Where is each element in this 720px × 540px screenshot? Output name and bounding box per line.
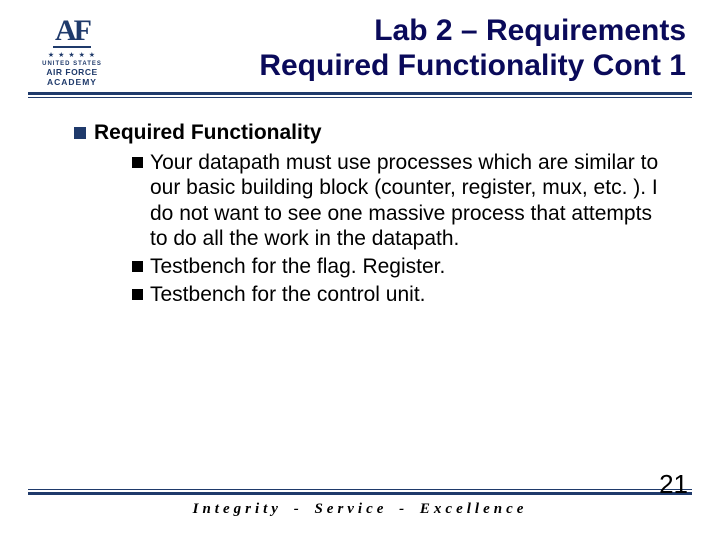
bullet-list: Your datapath must use processes which a… bbox=[74, 150, 674, 308]
footer-motto: Integrity - Service - Excellence bbox=[28, 501, 692, 518]
slide: AF ★ ★ ★ ★ ★ UNITED STATES AIR FORCE ACA… bbox=[0, 0, 720, 540]
footer: Integrity - Service - Excellence 21 bbox=[28, 489, 692, 518]
list-item: Testbench for the control unit. bbox=[132, 282, 674, 308]
list-item: Your datapath must use processes which a… bbox=[132, 150, 674, 252]
title-line1: Lab 2 – Requirements bbox=[374, 14, 686, 47]
slide-title: Lab 2 – Requirements Required Functional… bbox=[134, 14, 686, 83]
section-heading: Required Functionality bbox=[74, 120, 674, 146]
title-line2: Required Functionality Cont 1 bbox=[259, 49, 686, 82]
usafa-logo: AF ★ ★ ★ ★ ★ UNITED STATES AIR FORCE ACA… bbox=[28, 14, 116, 86]
header: AF ★ ★ ★ ★ ★ UNITED STATES AIR FORCE ACA… bbox=[28, 14, 692, 86]
logo-line2: AIR FORCE bbox=[28, 68, 116, 77]
logo-line3: ACADEMY bbox=[28, 78, 116, 87]
page-number: 21 bbox=[659, 469, 688, 500]
logo-monogram: AF bbox=[53, 16, 91, 48]
footer-rule bbox=[28, 489, 692, 495]
title-block: Lab 2 – Requirements Required Functional… bbox=[134, 14, 692, 83]
logo-stars: ★ ★ ★ ★ ★ bbox=[28, 52, 116, 59]
list-item: Testbench for the flag. Register. bbox=[132, 254, 674, 280]
content: Required Functionality Your datapath mus… bbox=[28, 98, 692, 307]
